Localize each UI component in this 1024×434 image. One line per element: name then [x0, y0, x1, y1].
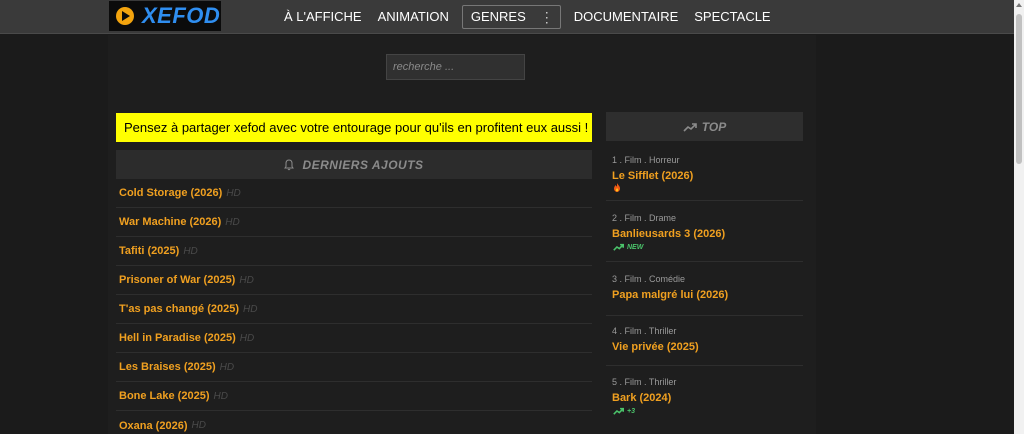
top-item[interactable]: 1 . Film . Horreur Le Sifflet (2026)	[606, 141, 803, 201]
movie-title[interactable]: Tafiti (2025)	[119, 245, 179, 257]
top-item-title[interactable]: Vie privée (2025)	[612, 341, 699, 353]
top-item-meta: 5 . Film . Thriller	[612, 377, 677, 387]
top-item[interactable]: 5 . Film . Thriller Bark (2024) +3	[606, 366, 803, 426]
top-item[interactable]: 2 . Film . Drame Banlieusards 3 (2026) N…	[606, 201, 803, 262]
main-nav: À L'AFFICHE ANIMATION GENRES ⋮ DOCUMENTA…	[276, 0, 779, 34]
movie-title[interactable]: Hell in Paradise (2025)	[119, 332, 236, 344]
quality-label: HD	[191, 420, 206, 431]
top-list: 1 . Film . Horreur Le Sifflet (2026) 2 .…	[606, 141, 803, 426]
quality-label: HD	[239, 274, 254, 286]
top-item-meta: 4 . Film . Thriller	[612, 326, 677, 336]
quality-label: HD	[239, 332, 255, 344]
top-item-meta: 3 . Film . Comédie	[612, 274, 686, 284]
latest-item[interactable]: Hell in Paradise (2025) HD	[116, 324, 592, 353]
movie-title[interactable]: War Machine (2026)	[119, 216, 221, 228]
latest-section-title: DERNIERS AJOUTS	[302, 157, 424, 172]
top-item-title[interactable]: Bark (2024)	[612, 392, 671, 404]
top-item-title[interactable]: Le Sifflet (2026)	[612, 170, 693, 182]
latest-item[interactable]: Oxana (2026) HD	[116, 411, 592, 434]
latest-item[interactable]: Cold Storage (2026) HD	[116, 179, 592, 208]
top-item-badge: NEW	[613, 243, 643, 251]
top-section-title: TOP	[701, 119, 727, 134]
nav-animation[interactable]: ANIMATION	[370, 0, 457, 34]
top-item-title[interactable]: Papa malgré lui (2026)	[612, 289, 728, 301]
nav-a-laffiche[interactable]: À L'AFFICHE	[276, 0, 370, 34]
movie-title[interactable]: Les Braises (2025)	[119, 361, 216, 373]
top-section-header: TOP	[606, 112, 803, 141]
search-input[interactable]	[386, 54, 525, 80]
top-item-meta: 2 . Film . Drame	[612, 213, 677, 223]
top-item-meta: 1 . Film . Horreur	[612, 155, 680, 165]
trend-up-icon	[683, 122, 697, 132]
latest-list: Cold Storage (2026) HD War Machine (2026)…	[116, 179, 592, 434]
movie-title[interactable]: Cold Storage (2026)	[119, 187, 222, 199]
latest-item[interactable]: Prisoner of War (2025) HD	[116, 266, 592, 295]
page-scrollbar[interactable]	[1014, 0, 1024, 434]
top-navbar: XEFOD À L'AFFICHE ANIMATION GENRES ⋮ DOC…	[0, 0, 1014, 34]
site-logo[interactable]: XEFOD	[109, 1, 221, 31]
flame-icon	[614, 183, 620, 192]
quality-label: HD	[219, 361, 235, 373]
top-item-badge: +3	[613, 407, 635, 415]
rank-change-badge: +3	[627, 407, 635, 415]
movie-title[interactable]: T'as pas changé (2025)	[119, 303, 239, 315]
latest-item[interactable]: Bone Lake (2025) HD	[116, 382, 592, 411]
scroll-up-arrow-icon[interactable]	[1016, 3, 1022, 7]
new-badge: NEW	[627, 243, 644, 251]
top-item-badge	[613, 183, 621, 192]
trend-up-icon	[613, 243, 624, 251]
nav-genres-label: GENRES	[470, 9, 526, 24]
nav-documentaire[interactable]: DOCUMENTAIRE	[566, 0, 686, 34]
quality-label: HD	[213, 390, 228, 402]
top-item[interactable]: 4 . Film . Thriller Vie privée (2025)	[606, 316, 803, 366]
latest-item[interactable]: Tafiti (2025) HD	[116, 237, 592, 266]
bell-icon	[284, 158, 295, 170]
share-notice: Pensez à partager xefod avec votre entou…	[116, 113, 592, 142]
top-item-title[interactable]: Banlieusards 3 (2026)	[612, 228, 725, 240]
movie-title[interactable]: Prisoner of War (2025)	[119, 274, 235, 286]
more-vertical-icon: ⋮	[539, 9, 554, 25]
movie-title[interactable]: Oxana (2026)	[119, 420, 187, 432]
latest-section-header: DERNIERS AJOUTS	[116, 150, 592, 179]
top-item[interactable]: 3 . Film . Comédie Papa malgré lui (2026…	[606, 262, 803, 316]
scrollbar-thumb[interactable]	[1016, 14, 1022, 164]
quality-label: HD	[226, 187, 241, 199]
latest-item[interactable]: T'as pas changé (2025) HD	[116, 295, 592, 324]
movie-title[interactable]: Bone Lake (2025)	[119, 390, 209, 402]
latest-item[interactable]: War Machine (2026) HD	[116, 208, 592, 237]
trend-up-icon	[613, 407, 624, 415]
play-icon	[116, 7, 134, 25]
nav-genres-dropdown[interactable]: GENRES ⋮	[461, 5, 561, 29]
latest-item[interactable]: Les Braises (2025) HD	[116, 353, 592, 382]
quality-label: HD	[243, 303, 258, 315]
quality-label: HD	[225, 216, 240, 228]
nav-spectacle[interactable]: SPECTACLE	[686, 0, 778, 34]
logo-text: XEFOD	[142, 3, 221, 28]
quality-label: HD	[183, 245, 198, 257]
